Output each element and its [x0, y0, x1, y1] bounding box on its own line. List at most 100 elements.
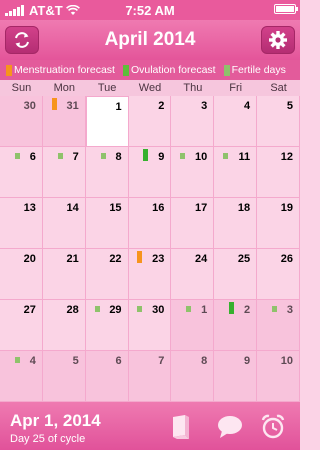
calendar-day[interactable]: 5 [257, 96, 300, 147]
legend: Menstruation forecast Ovulation forecast… [0, 60, 300, 80]
calendar-day[interactable]: 10 [257, 351, 300, 402]
selected-date: Apr 1, 2014 [10, 411, 101, 430]
calendar-day[interactable]: 6 [0, 147, 43, 198]
calendar-day[interactable]: 20 [0, 249, 43, 300]
calendar-day[interactable]: 3 [171, 96, 215, 147]
calendar-day[interactable]: 11 [214, 147, 258, 198]
day-number: 15 [109, 202, 122, 214]
weekday-label: Thu [183, 82, 203, 94]
calendar-day[interactable]: 7 [42, 147, 86, 198]
calendar-day[interactable]: 2 [128, 96, 172, 147]
menstruation-marker [51, 98, 57, 110]
calendar-day[interactable]: 17 [171, 198, 215, 249]
month-title: April 2014 [104, 29, 196, 50]
cycle-day-text: Day 25 of cycle [10, 433, 86, 445]
calendar-day[interactable]: 5 [42, 351, 86, 402]
speech-bubble-icon [218, 416, 242, 438]
battery-icon [274, 4, 298, 14]
legend-ovulation: Ovulation forecast [122, 64, 216, 76]
calendar-day[interactable]: 7 [128, 351, 172, 402]
day-number: 10 [195, 151, 208, 163]
day-number: 16 [152, 202, 165, 214]
calendar-day[interactable]: 25 [214, 249, 258, 300]
weekday-label: Tue [97, 82, 117, 94]
day-number: 5 [72, 355, 79, 367]
day-number: 20 [23, 253, 36, 265]
settings-button[interactable] [261, 26, 295, 54]
calendar-day[interactable]: 14 [42, 198, 86, 249]
calendar-day[interactable]: 9 [214, 351, 258, 402]
calendar-day[interactable]: 8 [171, 351, 215, 402]
day-number: 17 [195, 202, 208, 214]
menstruation-swatch [6, 64, 12, 76]
day-number: 24 [195, 253, 208, 265]
day-number: 11 [238, 151, 251, 163]
calendar-day[interactable]: 26 [257, 249, 300, 300]
calendar-day[interactable]: 22 [85, 249, 129, 300]
legend-menstruation: Menstruation forecast [6, 64, 115, 76]
calendar-day[interactable]: 2 [214, 300, 258, 351]
calendar-day[interactable]: 13 [0, 198, 43, 249]
day-number: 21 [66, 253, 79, 265]
menstruation-marker [137, 251, 143, 263]
nav-bar: April 2014 [0, 20, 300, 60]
calendar-day[interactable]: 4 [214, 96, 258, 147]
messages-button[interactable] [217, 414, 243, 440]
status-time: 7:52 AM [125, 3, 175, 18]
status-bar: AT&T 7:52 AM [0, 0, 300, 20]
calendar-day[interactable]: 30 [0, 96, 43, 147]
day-number: 19 [280, 202, 293, 214]
day-number: 26 [280, 253, 293, 265]
calendar-day[interactable]: 18 [214, 198, 258, 249]
day-number: 2 [158, 100, 165, 112]
calendar-day-today[interactable]: 1 [85, 96, 129, 147]
day-number: 1 [201, 304, 208, 316]
calendar-day[interactable]: 12 [257, 147, 300, 198]
fertile-marker [14, 153, 20, 159]
day-number: 9 [158, 151, 165, 163]
calendar-day[interactable]: 10 [171, 147, 215, 198]
calendar-day[interactable]: 16 [128, 198, 172, 249]
alarm-button[interactable] [260, 414, 286, 440]
day-number: 25 [237, 253, 251, 265]
calendar-day[interactable]: 30 [128, 300, 172, 351]
alarm-clock-icon [261, 414, 285, 439]
calendar-day[interactable]: 27 [0, 300, 43, 351]
fertile-marker [137, 306, 143, 312]
calendar-day[interactable]: 8 [85, 147, 129, 198]
calendar-day[interactable]: 1 [171, 300, 215, 351]
footer-bar: Apr 1, 2014 Day 25 of cycle [0, 402, 300, 450]
day-number: 3 [201, 100, 208, 112]
calendar-day[interactable]: 31 [42, 96, 86, 147]
calendar-day[interactable]: 15 [85, 198, 129, 249]
calendar-day[interactable]: 23 [128, 249, 172, 300]
calendar-day[interactable]: 3 [257, 300, 300, 351]
day-number: 4 [29, 355, 36, 367]
legend-fertile: Fertile days [223, 64, 286, 76]
weekday-label: Mon [53, 82, 75, 94]
calendar-day[interactable]: 21 [42, 249, 86, 300]
calendar-day[interactable]: 6 [85, 351, 129, 402]
day-number: 10 [280, 355, 293, 367]
day-number: 1 [115, 101, 122, 113]
calendar-day[interactable]: 24 [171, 249, 215, 300]
day-number: 18 [237, 202, 251, 214]
day-number: 23 [152, 253, 165, 265]
gear-icon [269, 31, 287, 49]
calendar-day[interactable]: 9 [128, 147, 172, 198]
day-number: 8 [201, 355, 208, 367]
weekday-header: Sun Mon Tue Wed Thu Fri Sat [0, 80, 300, 96]
calendar-day[interactable]: 29 [85, 300, 129, 351]
notes-button[interactable] [168, 414, 194, 440]
day-number: 3 [286, 304, 293, 316]
day-number: 7 [158, 355, 165, 367]
calendar-grid: 30 31 1 2 3 4 5 6 7 8 9 10 11 12 13 14 15 16 17 18 19 20 21 22 2… [0, 96, 300, 402]
calendar-day[interactable]: 4 [0, 351, 43, 402]
day-number: 4 [244, 100, 251, 112]
calendar-day[interactable]: 28 [42, 300, 86, 351]
weekday-label: Sun [11, 82, 32, 94]
day-number: 31 [66, 100, 79, 112]
calendar-day[interactable]: 19 [257, 198, 300, 249]
weekday-label: Fri [229, 82, 243, 94]
day-number: 6 [29, 151, 36, 163]
